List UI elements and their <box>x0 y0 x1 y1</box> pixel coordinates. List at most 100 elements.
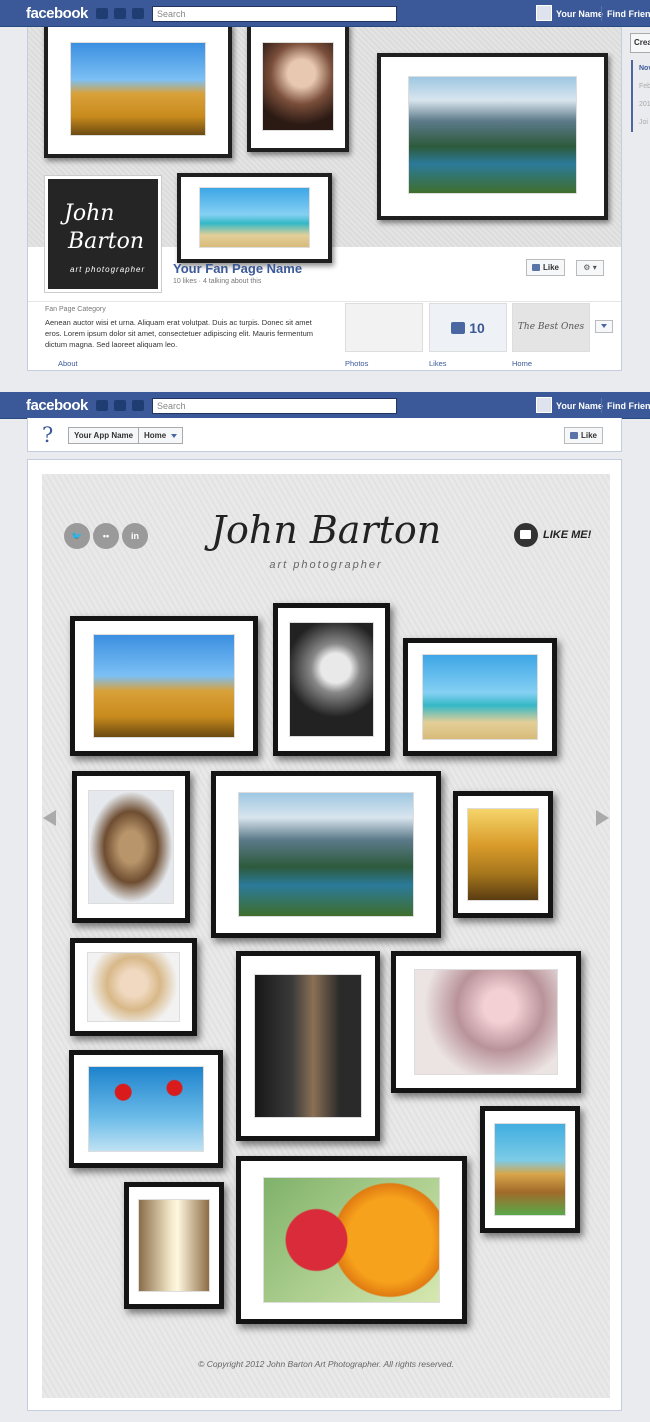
thumbs-up-icon <box>451 322 466 334</box>
photo-wheat <box>92 634 236 738</box>
facebook-logo[interactable]: facebook <box>26 5 88 22</box>
page-subtitle: art photographer <box>269 559 383 571</box>
gallery-photo-giraffes[interactable] <box>480 1106 580 1233</box>
scrubber-item[interactable]: Nov <box>639 60 650 78</box>
photo-poppies <box>88 1065 204 1153</box>
tab-photos[interactable]: Photos <box>345 359 368 368</box>
photo-woman <box>262 41 334 132</box>
page-category[interactable]: Fan Page Category <box>45 306 106 313</box>
photo-wheat <box>69 42 207 137</box>
profile-picture[interactable]: John Barton art photographer <box>44 175 162 293</box>
tab-about[interactable]: About <box>58 359 78 368</box>
gallery-canvas: 🐦 •• in John Barton art photographer LIK… <box>42 474 610 1398</box>
scrubber-item[interactable]: Feb <box>639 78 650 96</box>
facebook-top-bar: facebook Search Your Name Find Friends <box>0 392 650 419</box>
photo-vineyard <box>467 807 539 902</box>
photographer-logo: John Barton art photographer <box>48 179 158 289</box>
avatar[interactable] <box>536 397 552 413</box>
photo-boats <box>198 186 311 248</box>
messages-icon[interactable] <box>114 400 126 411</box>
divider <box>601 6 602 21</box>
search-input[interactable]: Search <box>152 6 397 22</box>
like-page-button[interactable]: Like <box>526 259 566 276</box>
tab-home[interactable]: Home <box>512 359 532 368</box>
page-description: Aenean auctor wisi et urna. Aliquam erat… <box>45 318 314 349</box>
arrow-left-icon[interactable] <box>43 810 56 826</box>
gallery-photo-boats[interactable] <box>403 638 557 756</box>
gear-menu-button[interactable]: ⚙ ▾ <box>576 260 604 276</box>
timeline-panel: John Barton art photographer Your Fan Pa… <box>27 27 622 371</box>
avatar[interactable] <box>536 5 552 21</box>
home-tab-label: Home <box>144 431 167 440</box>
copyright-text: © Copyright 2012 John Barton Art Photogr… <box>198 1359 454 1369</box>
photos-app-tile[interactable] <box>345 303 423 352</box>
help-icon[interactable]: ? <box>42 423 53 447</box>
gallery-photo-couple[interactable] <box>236 951 380 1141</box>
gallery-photo-owl[interactable] <box>72 771 190 923</box>
photo-mountain <box>407 76 578 194</box>
page-stats: 10 likes · 4 talking about this <box>173 278 262 285</box>
friend-requests-icon[interactable] <box>96 400 108 411</box>
logo-name-line1: John <box>64 201 115 226</box>
tab-likes[interactable]: Likes <box>429 359 447 368</box>
gallery-photo-mountain[interactable] <box>211 771 441 938</box>
notification-jewels <box>96 8 144 19</box>
search-input[interactable]: Search <box>152 398 397 414</box>
facebook-logo[interactable]: facebook <box>26 397 88 414</box>
likes-app-tile[interactable]: 10 <box>429 303 507 352</box>
likes-count-wrap: 10 <box>430 320 506 336</box>
app-like-button[interactable]: Like <box>564 427 604 444</box>
arrow-right-icon[interactable] <box>596 810 609 826</box>
more-apps-button[interactable] <box>595 320 613 333</box>
page-title[interactable]: Your Fan Page Name <box>173 261 302 276</box>
facebook-top-bar: facebook Search Your Name Find Friends <box>0 0 650 27</box>
friend-requests-icon[interactable] <box>96 8 108 19</box>
photo-blonde <box>86 951 181 1023</box>
user-name-link[interactable]: Your Name <box>556 9 603 19</box>
notification-jewels <box>96 400 144 411</box>
gallery-photo-feather[interactable] <box>391 951 581 1093</box>
gallery-photo-poppies[interactable] <box>69 1050 223 1168</box>
app-name-button[interactable]: Your App Name <box>68 427 140 444</box>
photo-mountain <box>238 791 414 918</box>
chevron-down-icon <box>601 324 607 328</box>
gear-icon: ⚙ <box>583 263 591 272</box>
photo-cliff <box>138 1198 210 1293</box>
thumbs-up-icon <box>514 523 538 547</box>
scrubber-item[interactable]: Joi <box>639 114 650 132</box>
photo-owl <box>87 790 175 904</box>
photo-feather <box>414 969 558 1075</box>
frame-wheat <box>44 27 232 158</box>
find-friends-link[interactable]: Find Friends <box>607 401 650 411</box>
create-button[interactable]: Crea <box>630 33 650 53</box>
photo-flower <box>263 1176 440 1304</box>
notifications-icon[interactable] <box>132 8 144 19</box>
find-friends-link[interactable]: Find Friends <box>607 9 650 19</box>
chevron-down-icon: ▾ <box>592 263 597 272</box>
gallery-photo-vineyard[interactable] <box>453 791 553 918</box>
frame-boats <box>177 173 332 263</box>
gallery-photo-blonde[interactable] <box>70 938 197 1036</box>
divider <box>601 398 602 413</box>
messages-icon[interactable] <box>114 8 126 19</box>
user-name-link[interactable]: Your Name <box>556 401 603 411</box>
notifications-icon[interactable] <box>132 400 144 411</box>
photo-woman-bw <box>288 622 375 737</box>
gallery-photo-cliff[interactable] <box>124 1182 224 1309</box>
like-me-button[interactable]: LIKE ME! <box>514 523 591 547</box>
chevron-down-icon <box>171 434 178 438</box>
like-button-label: Like <box>543 263 560 272</box>
home-tab-dropdown[interactable]: Home <box>138 427 184 444</box>
scrubber-item[interactable]: 201 <box>639 96 650 114</box>
gallery-photo-flower[interactable] <box>236 1156 467 1324</box>
logo-name-line2: Barton <box>68 229 145 254</box>
home-app-tile[interactable]: The Best Ones <box>512 303 590 352</box>
photo-boats <box>422 653 538 741</box>
like-me-label: LIKE ME! <box>543 529 592 541</box>
gallery-photo-wheat[interactable] <box>70 616 258 756</box>
app-tile-label: The Best Ones <box>517 322 585 332</box>
thumbs-up-icon <box>570 432 578 439</box>
like-button-label: Like <box>581 431 598 440</box>
likes-count: 10 <box>469 320 485 336</box>
gallery-photo-woman[interactable] <box>273 603 390 756</box>
